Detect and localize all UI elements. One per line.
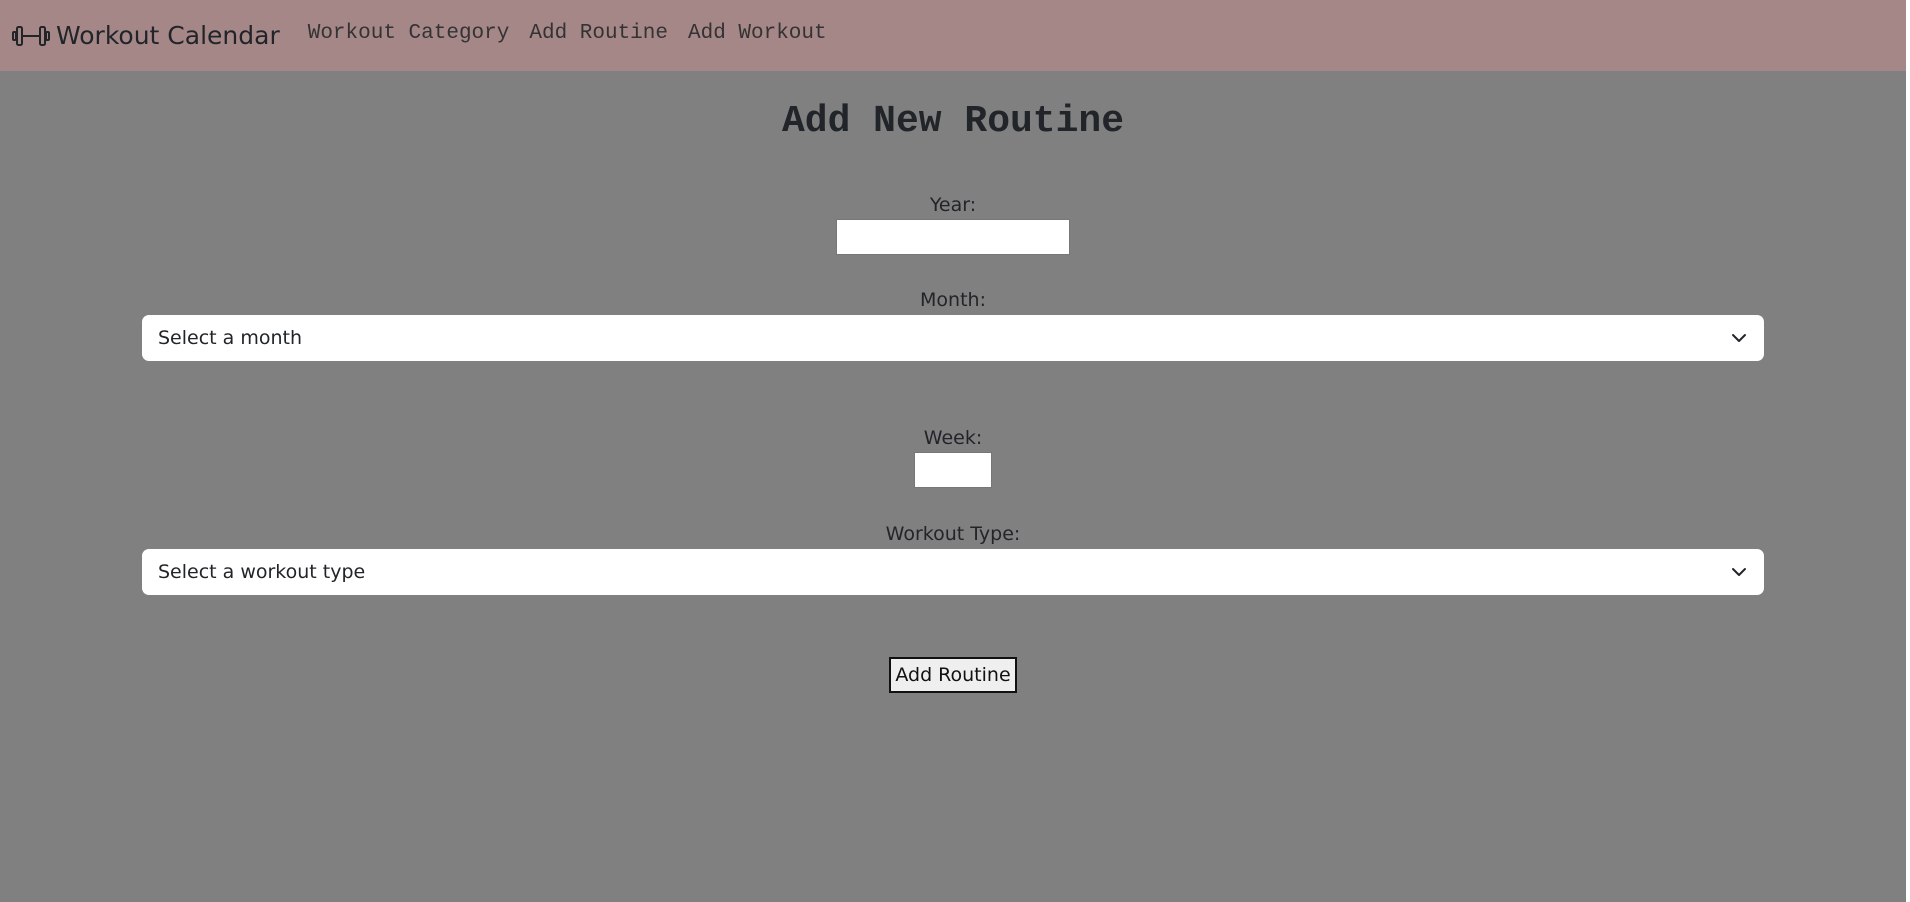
page-edge	[1906, 0, 1910, 902]
nav-link-add-routine[interactable]: Add Routine	[529, 22, 668, 45]
week-input[interactable]	[914, 452, 992, 488]
brand-link[interactable]: Workout Calendar	[12, 21, 280, 50]
workout-type-select-value: Select a workout type	[158, 561, 366, 583]
year-label: Year:	[929, 194, 977, 216]
top-navbar: Workout Calendar Workout Category Add Ro…	[0, 0, 1910, 71]
workout-type-label: Workout Type:	[885, 523, 1021, 545]
page-title: Add New Routine	[781, 100, 1125, 143]
nav-links: Workout Category Add Routine Add Workout	[308, 22, 847, 45]
nav-link-workout-category[interactable]: Workout Category	[308, 22, 510, 45]
month-label: Month:	[920, 289, 986, 311]
week-label: Week:	[923, 427, 983, 449]
month-select-value: Select a month	[158, 327, 303, 349]
nav-link-add-workout[interactable]: Add Workout	[688, 22, 827, 45]
dumbbell-icon	[12, 25, 50, 46]
month-select[interactable]: Select a month	[142, 315, 1764, 361]
chevron-down-icon	[1732, 334, 1746, 342]
workout-type-select[interactable]: Select a workout type	[142, 549, 1764, 595]
chevron-down-icon	[1732, 568, 1746, 576]
add-routine-button[interactable]: Add Routine	[889, 657, 1017, 693]
brand-label: Workout Calendar	[56, 21, 280, 50]
year-input[interactable]	[836, 219, 1070, 255]
